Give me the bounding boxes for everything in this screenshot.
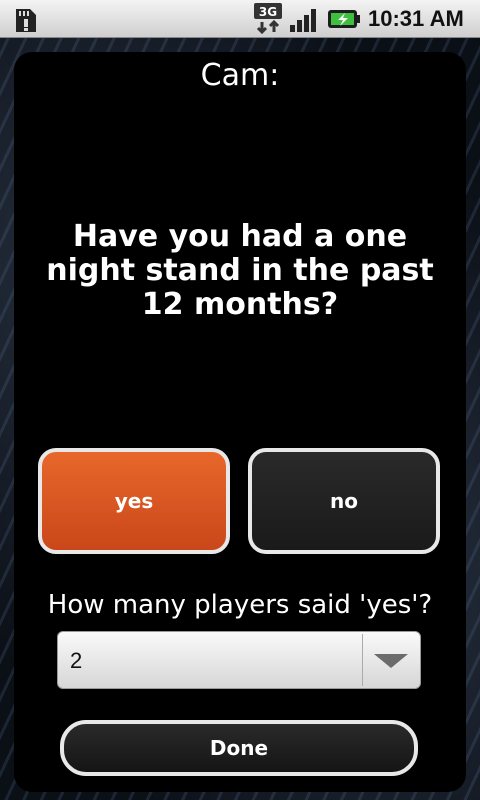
yes-count-select[interactable]: 2	[57, 631, 421, 689]
yes-label: yes	[114, 489, 154, 513]
battery-charging-icon	[328, 10, 360, 28]
done-label: Done	[209, 736, 269, 760]
yes-count-value: 2	[70, 648, 83, 673]
yes-button[interactable]: yes	[38, 448, 230, 554]
count-prompt: How many players said 'yes'?	[47, 590, 433, 620]
no-label: no	[330, 489, 358, 513]
status-bar: 3G 10:31 AM	[0, 0, 480, 38]
done-button[interactable]: Done	[60, 720, 418, 776]
no-button[interactable]: no	[248, 448, 440, 554]
signal-icon	[290, 9, 316, 32]
player-name: Cam:	[200, 58, 280, 93]
svg-text:3G: 3G	[259, 5, 277, 19]
question-text: Have you had a one night stand in the pa…	[46, 219, 434, 322]
chevron-down-icon[interactable]	[374, 654, 408, 668]
network-3g-icon: 3G	[254, 3, 282, 35]
status-time: 10:31 AM	[368, 6, 464, 31]
select-divider	[362, 634, 363, 686]
sd-card-icon	[16, 9, 36, 32]
